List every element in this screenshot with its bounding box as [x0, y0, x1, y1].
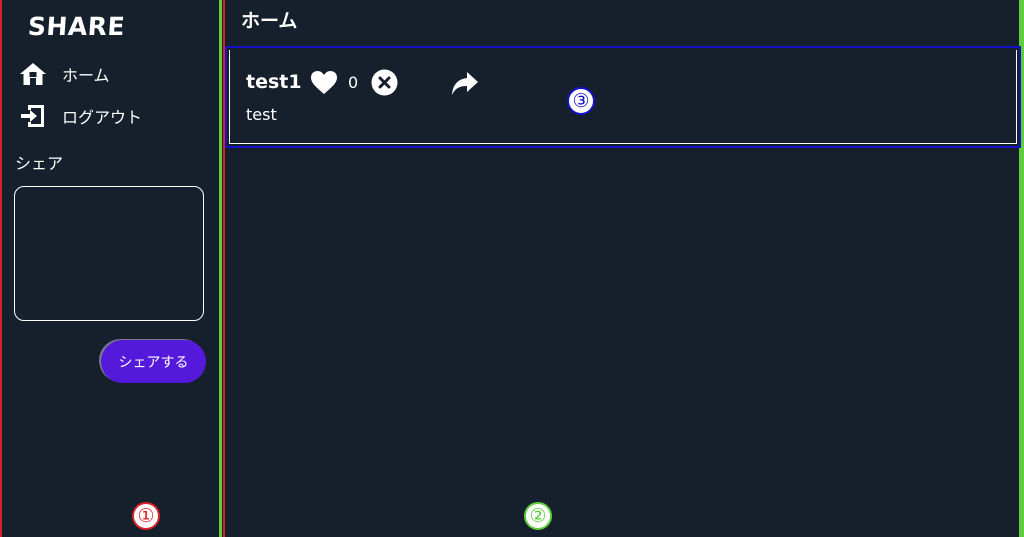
sidebar-item-logout[interactable]: ログアウト [18, 101, 142, 131]
annotation-marker-2: ② [524, 502, 552, 530]
sidebar-item-label: ログアウト [62, 108, 143, 127]
delete-icon[interactable] [371, 69, 398, 96]
annotation-marker-3: ③ [567, 87, 595, 115]
post-body: test [246, 105, 277, 124]
sidebar-item-home[interactable]: ホーム [18, 59, 110, 89]
like-count: 0 [348, 73, 359, 92]
post-card [225, 46, 1021, 148]
app-root: SHARE ホーム ログアウト シェア シェアする ホーム test1 0 te… [0, 0, 1024, 537]
sidebar-item-label: ホーム [62, 66, 110, 85]
share-heading: シェア [15, 154, 64, 173]
share-icon[interactable] [450, 70, 479, 97]
logout-icon [18, 101, 48, 131]
main-region-left-outline [219, 0, 222, 537]
home-icon [18, 59, 48, 89]
heart-icon[interactable] [310, 70, 338, 96]
page-title: ホーム [241, 10, 298, 32]
post-card-inner-outline [229, 50, 1017, 144]
post-author: test1 [246, 71, 302, 93]
annotation-marker-1: ① [132, 502, 160, 530]
share-input[interactable] [14, 186, 204, 321]
app-logo: SHARE [26, 12, 127, 41]
share-submit-button[interactable]: シェアする [101, 340, 206, 383]
